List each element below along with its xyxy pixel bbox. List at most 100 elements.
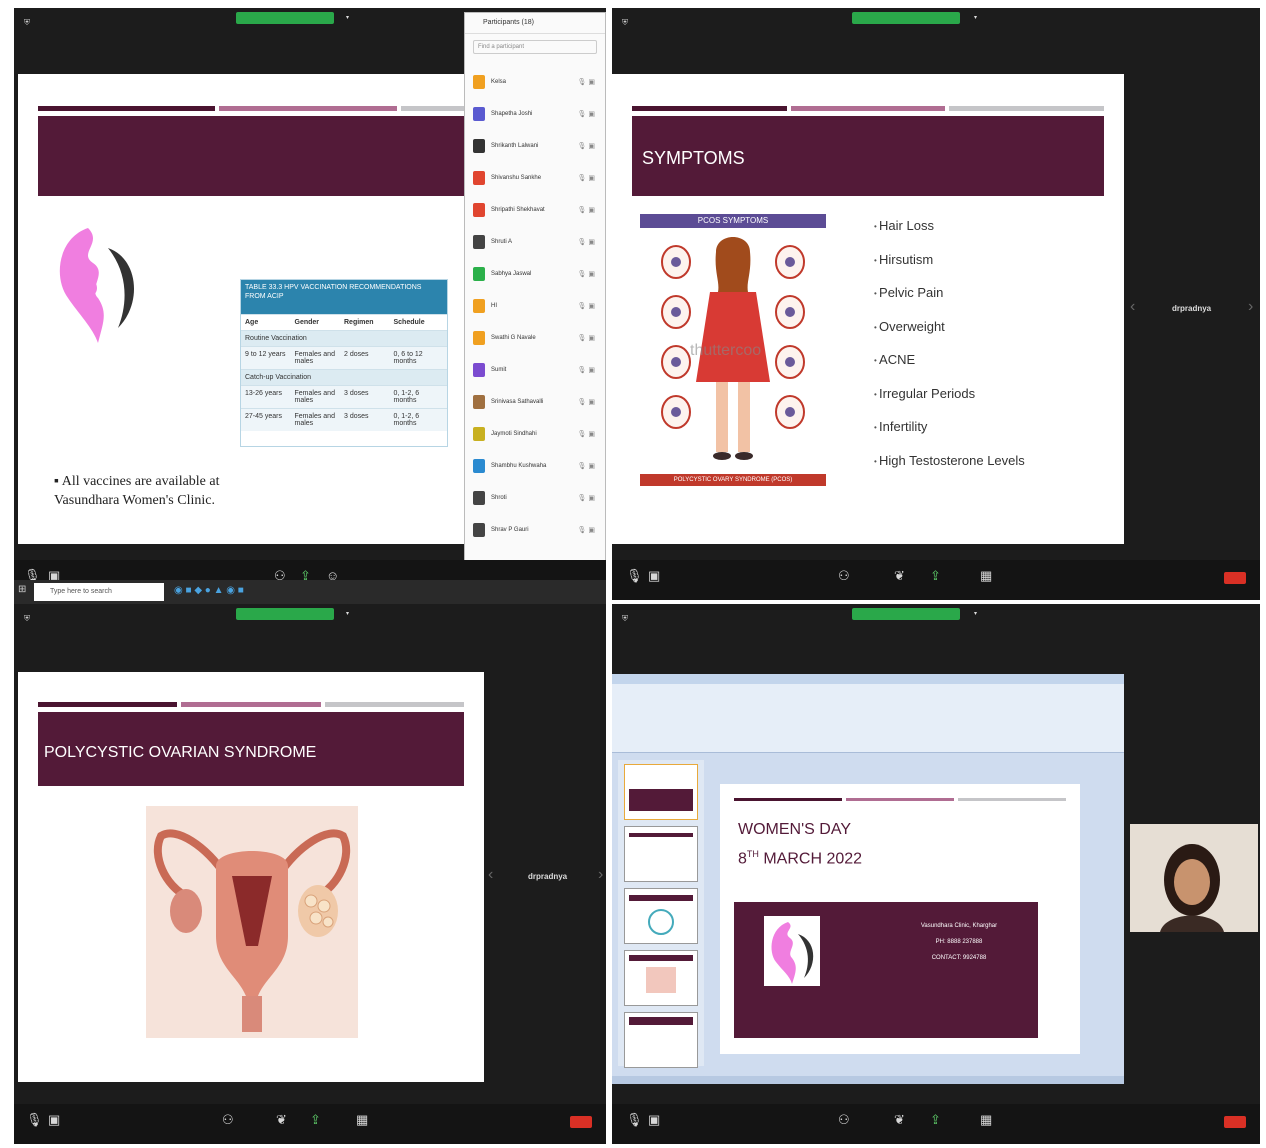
participant-name: Shruti A	[491, 239, 513, 245]
previous-arrow-icon[interactable]: ‹	[488, 866, 493, 884]
meeting-toolbar: 🎙 ▣ ⚇ ❦ ⇪ ▦	[612, 560, 1260, 600]
participant-list-item[interactable]: Srinivasa Sathavalli 🎙 ▣	[473, 393, 597, 413]
end-meeting-button[interactable]	[1224, 572, 1246, 584]
table-row: 27-45 years Females and males 3 doses 0, 1-…	[241, 408, 447, 431]
share-screen-icon[interactable]: ⇪	[930, 568, 941, 584]
table-header-row: Age Gender Regimen Schedule	[241, 314, 447, 330]
participants-icon[interactable]: ⚇	[838, 568, 850, 584]
end-meeting-button[interactable]	[570, 1116, 592, 1128]
participant-name: Shapetha Joshi	[491, 111, 533, 117]
shield-icon: ⛨	[24, 18, 30, 27]
participant-list-item[interactable]: Shapetha Joshi 🎙 ▣	[473, 105, 597, 125]
slide-thumbnail[interactable]	[624, 888, 698, 944]
breakout-rooms-icon[interactable]: ▦	[980, 568, 992, 584]
next-arrow-icon[interactable]: ›	[1248, 298, 1253, 316]
participant-status-icons: 🎙 ▣	[577, 79, 595, 86]
breakout-rooms-icon[interactable]: ▦	[980, 1112, 992, 1128]
microphone-icon[interactable]: 🎙	[626, 1112, 643, 1128]
participant-list-item[interactable]: Shrikanth Lalwani 🎙 ▣	[473, 137, 597, 157]
slide-thumbnail[interactable]	[624, 826, 698, 882]
video-icon[interactable]: ▣	[48, 1112, 60, 1128]
avatar	[473, 491, 485, 505]
participant-name: Shripathi Shekhavat	[491, 207, 545, 213]
reactions-icon[interactable]: ❦	[894, 568, 905, 584]
participant-search-input[interactable]: Find a participant	[473, 40, 597, 54]
table-row: 9 to 12 years Females and males 2 doses 0, …	[241, 346, 447, 369]
meeting-toolbar: 🎙 ▣ ⚇ ❦ ⇪ ▦	[14, 1104, 606, 1144]
participant-list-item[interactable]: Shripathi Shekhavat 🎙 ▣	[473, 201, 597, 221]
top-bar: ⛨ ▾	[612, 8, 1260, 38]
slide-thumbnail[interactable]	[624, 764, 698, 820]
view-options-button[interactable]: ▾	[346, 608, 349, 620]
participant-list-item[interactable]: Jaymoti Sindhahi 🎙 ▣	[473, 425, 597, 445]
participant-list-item[interactable]: HI 🎙 ▣	[473, 297, 597, 317]
breakout-rooms-icon[interactable]: ▦	[356, 1112, 368, 1128]
reactions-icon[interactable]: ❦	[276, 1112, 287, 1128]
participant-name: Shrikanth Lalwani	[491, 143, 539, 149]
participant-list-item[interactable]: Shruti A 🎙 ▣	[473, 233, 597, 253]
slide-stripes	[734, 798, 1066, 801]
clinic-logo	[764, 916, 820, 986]
infographic-title: PCOS SYMPTOMS	[640, 214, 826, 228]
share-status-badge	[852, 12, 960, 24]
participant-list-item[interactable]: Kelsa 🎙 ▣	[473, 73, 597, 93]
end-meeting-button[interactable]	[1224, 1116, 1246, 1128]
view-options-button[interactable]: ▾	[974, 608, 977, 620]
symptom-list: Hair Loss Hirsutism Pelvic Pain Overweig…	[874, 218, 1025, 486]
taskbar-app-icons[interactable]: ◉ ■ ◆ ● ▲ ◉ ■	[174, 585, 244, 596]
avatar	[473, 523, 485, 537]
participant-name: Shrav P Gauri	[491, 527, 529, 533]
reactions-icon[interactable]: ❦	[894, 1112, 905, 1128]
windows-start-icon[interactable]: ⊞	[18, 584, 26, 595]
participant-status-icons: 🎙 ▣	[577, 463, 595, 470]
meeting-window-2: ⛨ ▾ SYMPTOMS PCOS SYMPTOMS thuttercoo PO…	[612, 8, 1260, 600]
participant-list-item[interactable]: Sumit 🎙 ▣	[473, 361, 597, 381]
taskbar-search-input[interactable]: Type here to search	[34, 583, 164, 601]
slide-thumbnail[interactable]	[624, 950, 698, 1006]
participant-list-item[interactable]: Shivanshu Sankhe 🎙 ▣	[473, 169, 597, 189]
table-row: 13-26 years Females and males 3 doses 0, 1-…	[241, 385, 447, 408]
list-item: Pelvic Pain	[874, 285, 1025, 319]
participant-name: Swathi G Navale	[491, 335, 536, 341]
video-icon[interactable]: ▣	[648, 568, 660, 584]
share-screen-icon[interactable]: ⇪	[310, 1112, 321, 1128]
participant-name: Sumit	[491, 367, 507, 373]
slide-thumbnail[interactable]	[624, 1012, 698, 1068]
participants-icon[interactable]: ⚇	[222, 1112, 234, 1128]
slide-info-block: Vasundhara Clinic, Kharghar PH: 8888 237…	[734, 902, 1038, 1038]
microphone-icon[interactable]: 🎙	[26, 1112, 43, 1128]
participant-name: drpradnya	[528, 872, 568, 881]
list-item: High Testosterone Levels	[874, 453, 1025, 487]
shield-icon: ⛨	[622, 614, 628, 623]
participant-name: Jaymoti Sindhahi	[491, 431, 537, 437]
participant-name: drpradnya	[1172, 304, 1212, 313]
next-arrow-icon[interactable]: ›	[598, 866, 603, 884]
participant-status-icons: 🎙 ▣	[577, 239, 595, 246]
participant-status-icons: 🎙 ▣	[577, 143, 595, 150]
participant-status-icons: 🎙 ▣	[577, 271, 595, 278]
slide-title: POLYCYSTIC OVARIAN SYNDROME	[44, 744, 317, 761]
previous-arrow-icon[interactable]: ‹	[1130, 298, 1135, 316]
participant-list-item[interactable]: Shambhu Kushwaha 🎙 ▣	[473, 457, 597, 477]
video-icon[interactable]: ▣	[648, 1112, 660, 1128]
participant-video	[1130, 824, 1258, 932]
participant-list-item[interactable]: Sabhya Jaswal 🎙 ▣	[473, 265, 597, 285]
avatar	[473, 267, 485, 281]
participant-list-item[interactable]: Swathi G Navale 🎙 ▣	[473, 329, 597, 349]
avatar	[473, 363, 485, 377]
participant-list-item[interactable]: Shrav P Gauri 🎙 ▣	[473, 521, 597, 541]
webcam-video-tile[interactable]	[1130, 824, 1258, 932]
participant-name: Sabhya Jaswal	[491, 271, 532, 277]
ribbon[interactable]	[612, 684, 1124, 753]
avatar	[473, 75, 485, 89]
participants-icon[interactable]: ⚇	[838, 1112, 850, 1128]
avatar	[473, 203, 485, 217]
microphone-icon[interactable]: 🎙	[626, 568, 643, 584]
share-screen-icon[interactable]: ⇪	[930, 1112, 941, 1128]
participant-status-icons: 🎙 ▣	[577, 399, 595, 406]
table-note	[241, 431, 447, 446]
list-item: Infertility	[874, 419, 1025, 453]
participant-list-item[interactable]: Shroti 🎙 ▣	[473, 489, 597, 509]
view-options-button[interactable]: ▾	[974, 12, 977, 24]
view-options-button[interactable]: ▾	[346, 12, 349, 24]
